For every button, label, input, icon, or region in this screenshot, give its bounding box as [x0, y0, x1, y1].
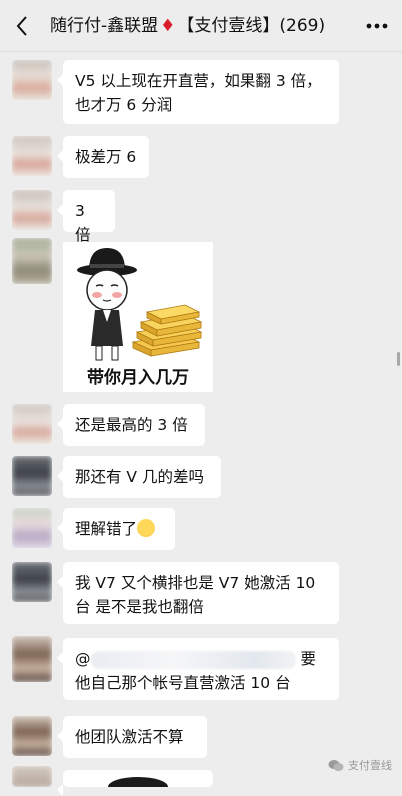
message-bubble[interactable]: 还是最高的 3 倍	[57, 404, 205, 446]
avatar[interactable]	[12, 60, 52, 100]
more-dots-icon	[366, 23, 388, 29]
message-text: 我 V7 又个横排也是 V7 她激活 10	[75, 574, 316, 592]
sticker-caption: 带你月入几万	[87, 368, 189, 388]
chat-title: 随行付-鑫联盟 ♦ 【支付壹线】(269)	[50, 12, 350, 40]
message-bubble[interactable]: V5 以上现在开直营，如果翻 3 倍， 也才万 6 分润	[57, 60, 339, 124]
avatar[interactable]	[12, 562, 52, 602]
scrollbar-thumb[interactable]	[397, 352, 400, 366]
avatar[interactable]	[12, 404, 52, 444]
message-bubble[interactable]: @ 要 他自己那个帐号直营激活 10 台	[57, 638, 339, 700]
message-text: 也才万 6 分润	[75, 96, 173, 114]
message-bubble[interactable]	[57, 770, 213, 796]
avatar[interactable]	[12, 636, 52, 682]
message-bubble[interactable]: 我 V7 又个横排也是 V7 她激活 10 台 是不是我也翻倍	[57, 562, 339, 624]
message-text: 理解错了	[75, 520, 138, 538]
avatar[interactable]	[12, 508, 52, 548]
avatar[interactable]	[12, 716, 52, 756]
message-text: 3 倍	[75, 202, 91, 244]
redacted-mention	[90, 650, 296, 669]
chat-header: 随行付-鑫联盟 ♦ 【支付壹线】(269)	[0, 0, 402, 52]
avatar[interactable]	[12, 136, 52, 176]
avatar[interactable]	[12, 190, 52, 230]
chevron-left-icon	[16, 16, 27, 36]
title-prefix: 随行付-鑫联盟	[50, 16, 159, 36]
back-button[interactable]	[6, 10, 38, 42]
watermark-text: 支付壹线	[348, 759, 392, 772]
message-text: 那还有 V 几的差吗	[75, 468, 204, 486]
avatar[interactable]	[12, 238, 52, 284]
more-button[interactable]	[362, 12, 392, 40]
crying-face-emoji	[137, 519, 156, 537]
sticker-partial	[108, 777, 168, 796]
message-bubble[interactable]: 那还有 V 几的差吗	[57, 456, 221, 498]
message-text: V5 以上现在开直营，如果翻 3 倍，	[75, 72, 322, 90]
message-bubble[interactable]: 3 倍	[57, 190, 115, 244]
message-bubble[interactable]: 他团队激活不算	[57, 716, 207, 758]
watermark: 支付壹线	[328, 757, 392, 773]
title-suffix: 【支付壹线】(269)	[177, 16, 326, 36]
message-text: 还是最高的 3 倍	[75, 416, 188, 434]
message-text: 极差万 6	[75, 148, 137, 166]
sticker-image[interactable]: 带你月入几万	[63, 242, 213, 392]
message-text: 他自己那个帐号直营激活 10 台	[75, 674, 291, 692]
message-text: 台 是不是我也翻倍	[75, 598, 204, 616]
message-text: 他团队激活不算	[75, 728, 184, 746]
message-bubble[interactable]: 理解错了	[57, 508, 175, 550]
message-text: 要	[300, 650, 316, 668]
avatar[interactable]	[12, 766, 52, 787]
message-line: @ 要	[75, 647, 327, 671]
mention-at: @	[75, 650, 91, 668]
avatar[interactable]	[12, 456, 52, 496]
diamond-icon: ♦	[160, 16, 176, 36]
wechat-official-icon	[328, 759, 344, 771]
message-bubble[interactable]: 极差万 6	[57, 136, 149, 178]
